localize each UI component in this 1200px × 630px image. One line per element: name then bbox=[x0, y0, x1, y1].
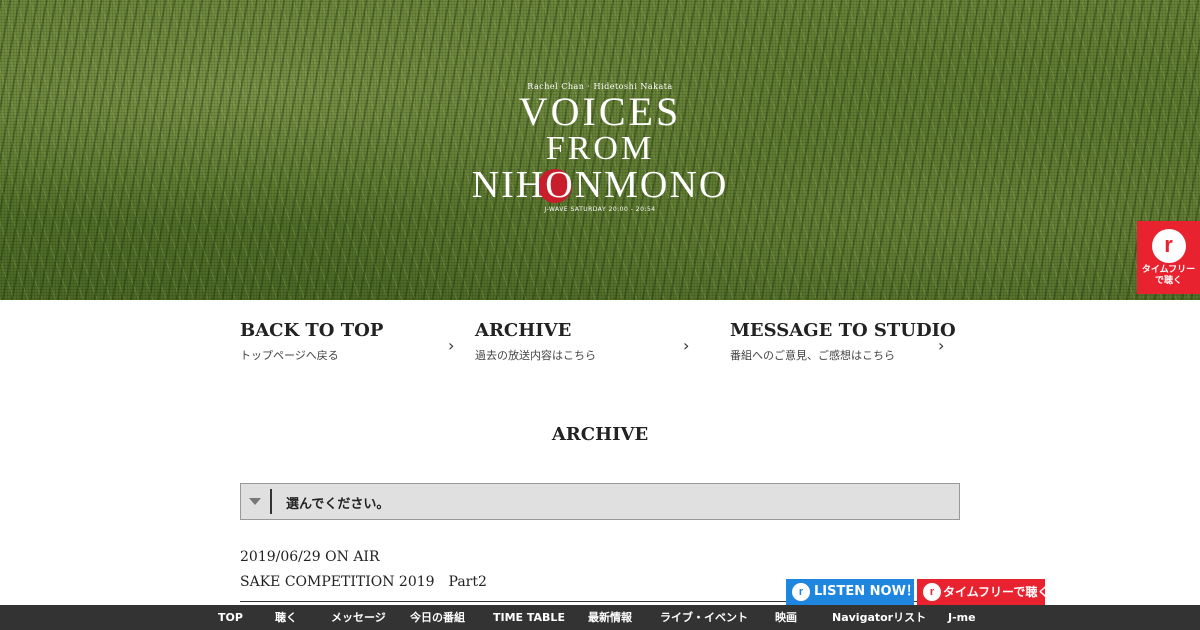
nav-item-today[interactable]: 今日の番組 bbox=[410, 605, 465, 630]
radiko-r-icon: r bbox=[792, 583, 810, 601]
radiko-side-label-2: で聴く bbox=[1154, 276, 1182, 286]
listen-now-label: LISTEN NOW！ bbox=[814, 584, 919, 599]
archive-heading: ARCHIVE bbox=[551, 424, 649, 445]
archive-link-title: ARCHIVE bbox=[475, 320, 572, 341]
nav-item-navigator-list[interactable]: Navigatorリスト bbox=[832, 605, 926, 630]
nav-item-live-event[interactable]: ライブ・イベント bbox=[660, 605, 748, 630]
radiko-r-icon: r bbox=[1151, 229, 1186, 263]
nav-item-message[interactable]: メッセージ bbox=[331, 605, 386, 630]
radiko-r-icon: r bbox=[923, 583, 941, 601]
select-value: 選んでください。 bbox=[286, 497, 390, 512]
radiko-side-label-1: タイムフリー bbox=[1141, 265, 1196, 275]
nav-item-listen[interactable]: 聴く bbox=[275, 605, 297, 630]
logo-broadcast-time: J-WAVE SATURDAY 20:00 - 20:54 bbox=[544, 206, 656, 213]
nav-item-timetable[interactable]: TIME TABLE bbox=[493, 605, 565, 630]
dropdown-arrow-icon bbox=[249, 498, 261, 505]
timefree-label: タイムフリーで聴く bbox=[943, 585, 1050, 599]
radiko-timefree-side-button[interactable]: r タイムフリー で聴く bbox=[1137, 221, 1200, 294]
chevron-right-icon: › bbox=[683, 336, 690, 355]
message-link-sub: 番組へのご意見、ご感想はこちら bbox=[730, 349, 895, 362]
chevron-right-icon: › bbox=[448, 336, 455, 355]
archive-link-sub: 過去の放送内容はこちら bbox=[475, 349, 596, 362]
nav-item-movie[interactable]: 映画 bbox=[775, 605, 797, 630]
bottom-nav: TOP 聴く メッセージ 今日の番組 TIME TABLE 最新情報 ライブ・イ… bbox=[0, 605, 1200, 630]
back-to-top-link[interactable]: BACK TO TOP トップページへ戻る › bbox=[240, 320, 462, 370]
archive-link[interactable]: ARCHIVE 過去の放送内容はこちら › bbox=[475, 320, 697, 370]
hero-banner: Rachel Chan · Hidetoshi Nakata VOICES FR… bbox=[0, 0, 1200, 300]
back-to-top-sub: トップページへ戻る bbox=[240, 349, 339, 362]
back-to-top-title: BACK TO TOP bbox=[240, 320, 384, 341]
section-links: BACK TO TOP トップページへ戻る › ARCHIVE 過去の放送内容は… bbox=[240, 320, 960, 380]
message-to-studio-link[interactable]: MESSAGE TO STUDIO 番組へのご意見、ご感想はこちら › bbox=[730, 320, 956, 370]
nav-item-news[interactable]: 最新情報 bbox=[588, 605, 632, 630]
logo-line-from: FROM bbox=[545, 130, 655, 167]
listen-now-button[interactable]: r LISTEN NOW！ bbox=[786, 579, 919, 605]
logo-line-voices: VOICES bbox=[518, 89, 682, 134]
entry-date: 2019/06/29 ON AIR bbox=[240, 549, 380, 565]
nav-item-jme[interactable]: J-me bbox=[948, 605, 976, 630]
program-logo[interactable]: Rachel Chan · Hidetoshi Nakata VOICES FR… bbox=[440, 78, 760, 218]
logo-line-nihonmono: NIHONMONO bbox=[471, 164, 729, 206]
nav-item-top[interactable]: TOP bbox=[218, 605, 243, 630]
select-divider bbox=[270, 489, 272, 514]
message-link-title: MESSAGE TO STUDIO bbox=[730, 320, 956, 341]
chevron-right-icon: › bbox=[938, 336, 945, 355]
timefree-button[interactable]: r タイムフリーで聴く bbox=[917, 579, 1049, 605]
archive-select[interactable]: 選んでください。 bbox=[240, 483, 960, 520]
